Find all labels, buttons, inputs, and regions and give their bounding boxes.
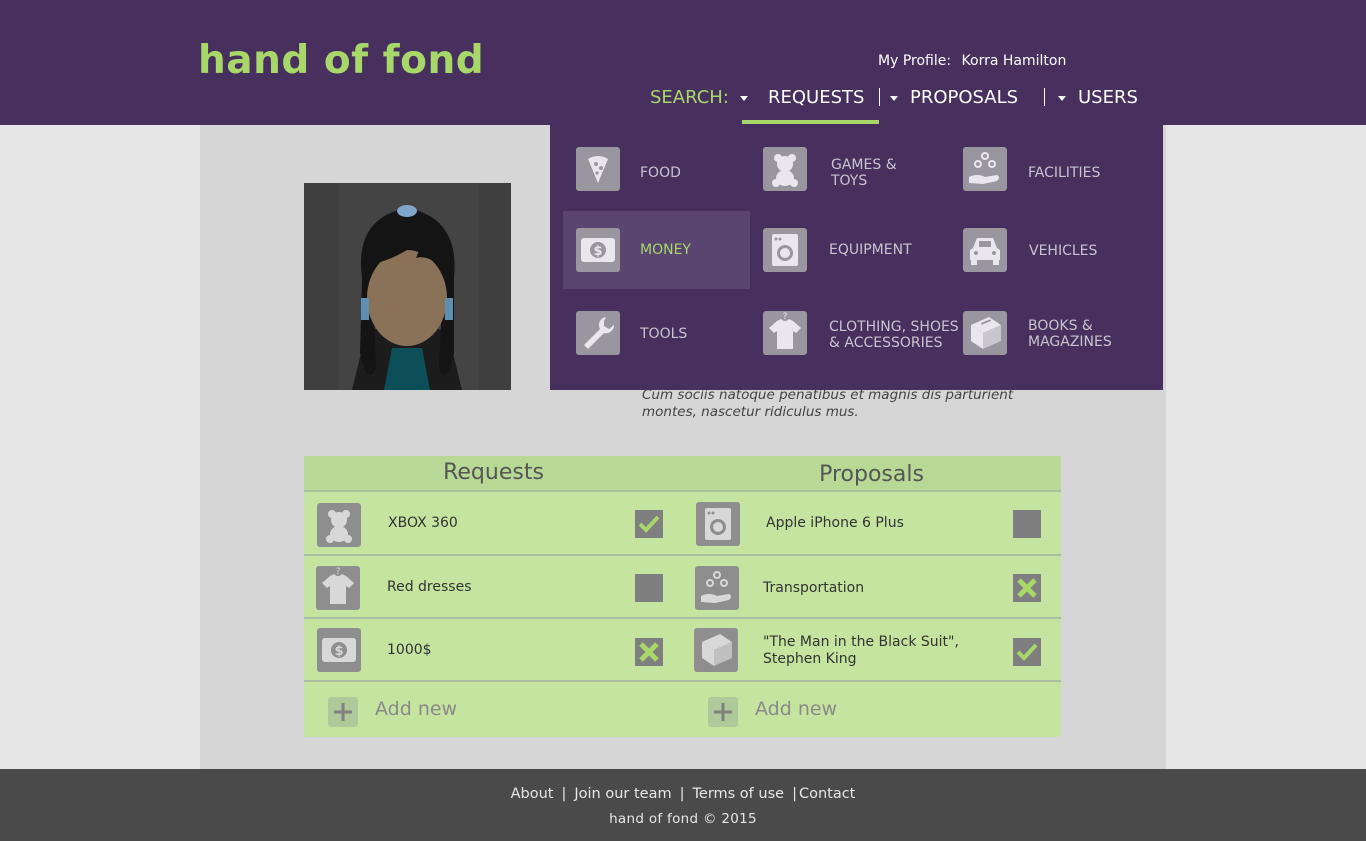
nav-requests[interactable]: REQUESTS xyxy=(768,87,864,108)
nav-users[interactable]: USERS xyxy=(1078,87,1138,108)
status-cross-icon[interactable] xyxy=(1013,574,1041,602)
category-books[interactable]: BOOKS & MAGAZINES xyxy=(950,294,1137,372)
svg-text:$: $ xyxy=(593,244,602,259)
category-label: TOOLS xyxy=(640,326,688,342)
status-check-icon[interactable] xyxy=(1013,638,1041,666)
washing-machine-icon xyxy=(696,502,740,546)
book-icon xyxy=(694,628,738,672)
add-proposal-label: Add new xyxy=(755,698,838,720)
category-label: CLOTHING, SHOES & ACCESSORIES xyxy=(829,319,959,351)
nav-active-indicator xyxy=(742,120,879,124)
category-clothing[interactable]: ? CLOTHING, SHOES & ACCESSORIES xyxy=(750,294,959,372)
request-item-text: XBOX 360 xyxy=(388,515,458,531)
chevron-down-icon[interactable] xyxy=(890,96,898,101)
requests-panel: Requests XBOX 360 ? Red dresses $ 1000$ … xyxy=(304,456,683,737)
category-equipment[interactable]: EQUIPMENT xyxy=(750,211,937,289)
profile-name[interactable]: Korra Hamilton xyxy=(962,53,1067,69)
profile-label: My Profile: xyxy=(878,53,952,69)
category-games-toys[interactable]: GAMES & TOYS xyxy=(750,130,937,208)
hand-bubbles-icon xyxy=(695,566,739,610)
list-item[interactable]: ? Red dresses xyxy=(304,556,683,619)
list-item[interactable]: Apple iPhone 6 Plus xyxy=(682,493,1061,556)
pizza-icon xyxy=(576,147,620,191)
status-check-icon[interactable] xyxy=(635,510,663,538)
category-label: MONEY xyxy=(640,242,691,258)
teddy-bear-icon xyxy=(763,147,807,191)
proposal-item-text: "The Man in the Black Suit", Stephen Kin… xyxy=(763,634,959,667)
proposal-item-text: Transportation xyxy=(763,580,865,596)
category-label: EQUIPMENT xyxy=(829,242,912,258)
list-item[interactable]: XBOX 360 xyxy=(304,493,683,556)
washing-machine-icon xyxy=(763,228,807,272)
wrench-icon xyxy=(576,311,620,355)
category-dropdown: FOOD GAMES & TOYS FACILITIES $ MONEY EQU… xyxy=(550,125,1163,390)
category-label: GAMES & TOYS xyxy=(831,157,897,189)
add-proposal-button[interactable]: Add new xyxy=(682,685,1061,737)
banknote-icon: $ xyxy=(317,628,361,672)
avatar xyxy=(304,183,511,390)
plus-icon xyxy=(708,697,738,727)
category-label: BOOKS & MAGAZINES xyxy=(1028,318,1112,350)
chevron-down-icon[interactable] xyxy=(740,96,748,101)
category-vehicles[interactable]: VEHICLES xyxy=(950,211,1137,289)
avatar-illustration xyxy=(304,183,511,390)
category-label: FOOD xyxy=(640,165,681,181)
nav-divider xyxy=(879,88,880,106)
footer-link-join[interactable]: Join our team xyxy=(574,786,671,802)
footer-link-contact[interactable]: Contact xyxy=(799,786,855,802)
header: hand of fond My Profile: Korra Hamilton … xyxy=(0,0,1366,125)
request-item-text: Red dresses xyxy=(387,579,472,595)
category-money[interactable]: $ MONEY xyxy=(563,211,750,289)
footer: About | Join our team | Terms of use | Contact… xyxy=(0,769,1366,841)
requests-title: Requests xyxy=(443,460,544,485)
nav-divider xyxy=(1044,88,1045,106)
requests-header: Requests xyxy=(304,456,683,492)
list-item[interactable]: Transportation xyxy=(682,556,1061,619)
proposal-item-text: Apple iPhone 6 Plus xyxy=(766,515,904,531)
footer-links: About | Join our team | Terms of use | Contact xyxy=(510,786,856,802)
teddy-bear-icon xyxy=(317,503,361,547)
category-facilities[interactable]: FACILITIES xyxy=(950,130,1137,208)
book-icon xyxy=(963,311,1007,355)
category-label: FACILITIES xyxy=(1028,165,1101,181)
request-item-text: 1000$ xyxy=(387,642,432,658)
tshirt-icon: ? xyxy=(763,311,807,355)
proposals-title: Proposals xyxy=(819,462,924,487)
copyright: hand of fond © 2015 xyxy=(609,811,757,827)
svg-text:?: ? xyxy=(783,312,788,322)
list-item[interactable]: "The Man in the Black Suit", Stephen Kin… xyxy=(682,619,1061,682)
status-cross-icon[interactable] xyxy=(635,638,663,666)
footer-link-terms[interactable]: Terms of use xyxy=(693,786,785,802)
banknote-icon: $ xyxy=(576,228,620,272)
hand-bubbles-icon xyxy=(963,147,1007,191)
plus-icon xyxy=(328,697,358,727)
category-food[interactable]: FOOD xyxy=(563,130,750,208)
logo[interactable]: hand of fond xyxy=(198,38,484,83)
list-item[interactable]: $ 1000$ xyxy=(304,619,683,682)
add-request-label: Add new xyxy=(375,698,458,720)
profile-bio: Cum sociis natoque penatibus et magnis d… xyxy=(642,387,1014,420)
status-empty-checkbox[interactable] xyxy=(635,574,663,602)
chevron-down-icon[interactable] xyxy=(1058,96,1066,101)
search-label: SEARCH: xyxy=(650,87,729,108)
footer-link-about[interactable]: About xyxy=(511,786,554,802)
add-request-button[interactable]: Add new xyxy=(304,685,683,737)
nav-proposals[interactable]: PROPOSALS xyxy=(910,87,1018,108)
car-icon xyxy=(963,228,1007,272)
category-tools[interactable]: TOOLS xyxy=(563,294,750,372)
svg-text:?: ? xyxy=(336,567,341,577)
status-empty-checkbox[interactable] xyxy=(1013,510,1041,538)
proposals-header: Proposals xyxy=(682,456,1061,492)
profile-link[interactable]: My Profile: Korra Hamilton xyxy=(878,53,1066,69)
proposals-panel: Proposals Apple iPhone 6 Plus Transporta… xyxy=(682,456,1061,737)
svg-text:$: $ xyxy=(334,644,343,659)
tshirt-icon: ? xyxy=(316,566,360,610)
category-label: VEHICLES xyxy=(1029,243,1098,259)
